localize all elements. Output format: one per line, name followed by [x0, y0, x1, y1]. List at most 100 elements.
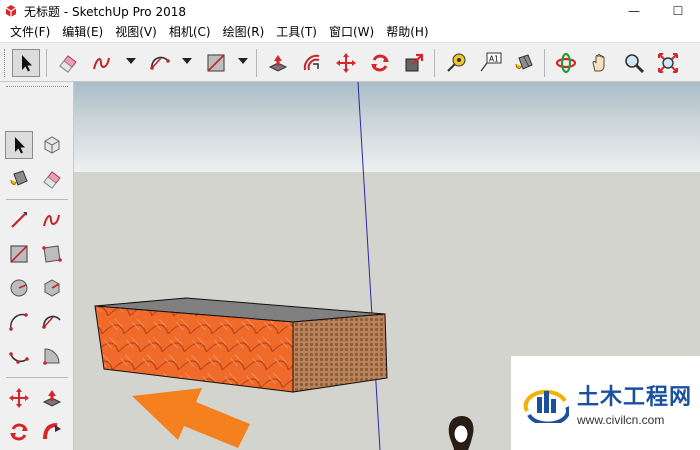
three-point-arc-tool-button[interactable]	[5, 342, 33, 370]
menu-draw[interactable]: 绘图(R)	[217, 22, 271, 42]
freehand-icon	[43, 214, 60, 227]
paint-bucket-tool-button[interactable]	[510, 49, 538, 77]
offset-tool-button[interactable]	[298, 49, 326, 77]
follow-me-icon	[43, 423, 61, 440]
large-toolset	[0, 82, 74, 450]
push-pull-icon	[268, 55, 288, 72]
select-tool-button[interactable]	[5, 131, 33, 159]
menu-tools[interactable]: 工具(T)	[270, 22, 323, 42]
zoom-extents-icon	[658, 53, 678, 73]
civilcn-logo-icon	[523, 389, 569, 423]
paint-bucket-icon	[10, 170, 28, 186]
pie-tool-button[interactable]	[38, 342, 66, 370]
polygon-tool-button[interactable]	[38, 274, 66, 302]
rotate-icon	[371, 54, 389, 72]
move-tool-button[interactable]	[5, 384, 33, 412]
rotate-icon	[10, 423, 28, 441]
push-pull-icon	[42, 390, 62, 407]
move-tool-button[interactable]	[332, 49, 360, 77]
rotate-tool-button[interactable]	[366, 49, 394, 77]
menu-help[interactable]: 帮助(H)	[380, 22, 434, 42]
orbit-tool-button[interactable]	[552, 49, 580, 77]
rectangle-dropdown[interactable]	[238, 58, 248, 64]
line-tool-button[interactable]	[5, 206, 33, 234]
pie-icon	[43, 348, 60, 365]
eraser-icon	[59, 55, 77, 73]
menu-edit[interactable]: 编辑(E)	[56, 22, 109, 42]
freehand-tool-button[interactable]	[88, 49, 116, 77]
arc-icon	[150, 56, 170, 70]
circle-tool-button[interactable]	[5, 274, 33, 302]
maximize-button[interactable]: ☐	[656, 0, 700, 22]
tape-measure-icon	[447, 53, 466, 72]
title-bar: 无标题 - SketchUp Pro 2018 — ☐	[0, 0, 700, 22]
paint-bucket-tool-button[interactable]	[5, 165, 33, 193]
scale-tool-button[interactable]	[400, 49, 428, 77]
watermark-name: 土木工程网	[577, 385, 693, 410]
rectangle-tool-button[interactable]	[5, 240, 33, 268]
menu-view[interactable]: 视图(V)	[109, 22, 163, 42]
person-figure[interactable]	[448, 416, 474, 450]
watermark: 土木工程网 www.civilcn.com	[511, 356, 700, 450]
blue-axis-line	[357, 82, 381, 450]
window-title: 无标题 - SketchUp Pro 2018	[24, 4, 186, 19]
component-tool-button[interactable]	[38, 131, 66, 159]
tape-measure-tool-button[interactable]	[442, 49, 470, 77]
push-pull-tool-button[interactable]	[38, 384, 66, 412]
two-point-arc-icon	[42, 315, 61, 329]
sketchup-logo-icon	[5, 5, 17, 17]
offset-icon	[303, 54, 320, 71]
scale-icon	[405, 53, 424, 72]
zoom-tool-button[interactable]	[620, 49, 648, 77]
freehand-dropdown[interactable]	[126, 58, 136, 64]
menu-bar: 文件(F) 编辑(E) 视图(V) 相机(C) 绘图(R) 工具(T) 窗口(W…	[0, 22, 700, 42]
minimize-icon: —	[628, 4, 640, 18]
eraser-tool-button[interactable]	[38, 165, 66, 193]
three-point-arc-icon	[9, 352, 29, 364]
text-icon: A1	[480, 52, 502, 72]
window-controls: — ☐	[612, 0, 700, 22]
menu-file[interactable]: 文件(F)	[4, 22, 56, 42]
select-icon	[22, 55, 32, 72]
polygon-icon	[44, 279, 60, 297]
eraser-icon	[43, 171, 61, 189]
select-tool-button[interactable]	[12, 49, 40, 77]
rectangle-tool-button[interactable]	[202, 49, 230, 77]
rotated-rectangle-tool-button[interactable]	[38, 240, 66, 268]
line-icon	[11, 212, 27, 228]
arc-tool-button[interactable]	[5, 308, 33, 336]
watermark-url: www.civilcn.com	[577, 413, 665, 427]
circle-icon	[10, 279, 28, 297]
zoom-extents-tool-button[interactable]	[654, 49, 682, 77]
paint-bucket-icon	[515, 54, 533, 70]
menu-window[interactable]: 窗口(W)	[323, 22, 380, 42]
follow-me-tool-button[interactable]	[38, 418, 66, 446]
push-pull-tool-button[interactable]	[264, 49, 292, 77]
box-end-face[interactable]	[292, 313, 388, 393]
move-icon	[9, 388, 29, 408]
toolbar-grip[interactable]	[4, 49, 7, 77]
freehand-tool-button[interactable]	[38, 206, 66, 234]
toolbar-grip[interactable]	[6, 86, 68, 89]
rotate-tool-button[interactable]	[5, 418, 33, 446]
zoom-icon	[625, 54, 645, 74]
menu-camera[interactable]: 相机(C)	[163, 22, 217, 42]
main-toolbar: A1	[0, 42, 700, 82]
maximize-icon: ☐	[672, 4, 684, 18]
arc-dropdown[interactable]	[182, 58, 192, 64]
pan-tool-button[interactable]	[586, 49, 614, 77]
rectangle-icon	[207, 54, 225, 72]
select-icon	[15, 137, 25, 154]
arc-icon	[9, 313, 28, 331]
eraser-tool-button[interactable]	[54, 49, 82, 77]
move-icon	[336, 53, 356, 73]
orbit-icon	[555, 52, 577, 74]
arc-tool-button[interactable]	[146, 49, 174, 77]
freehand-icon	[93, 57, 110, 70]
text-tool-label: A1	[489, 55, 499, 64]
minimize-button[interactable]: —	[612, 0, 656, 22]
pan-icon	[592, 54, 605, 72]
orange-arrow	[132, 388, 250, 448]
text-tool-button[interactable]: A1	[476, 49, 504, 77]
two-point-arc-tool-button[interactable]	[38, 308, 66, 336]
